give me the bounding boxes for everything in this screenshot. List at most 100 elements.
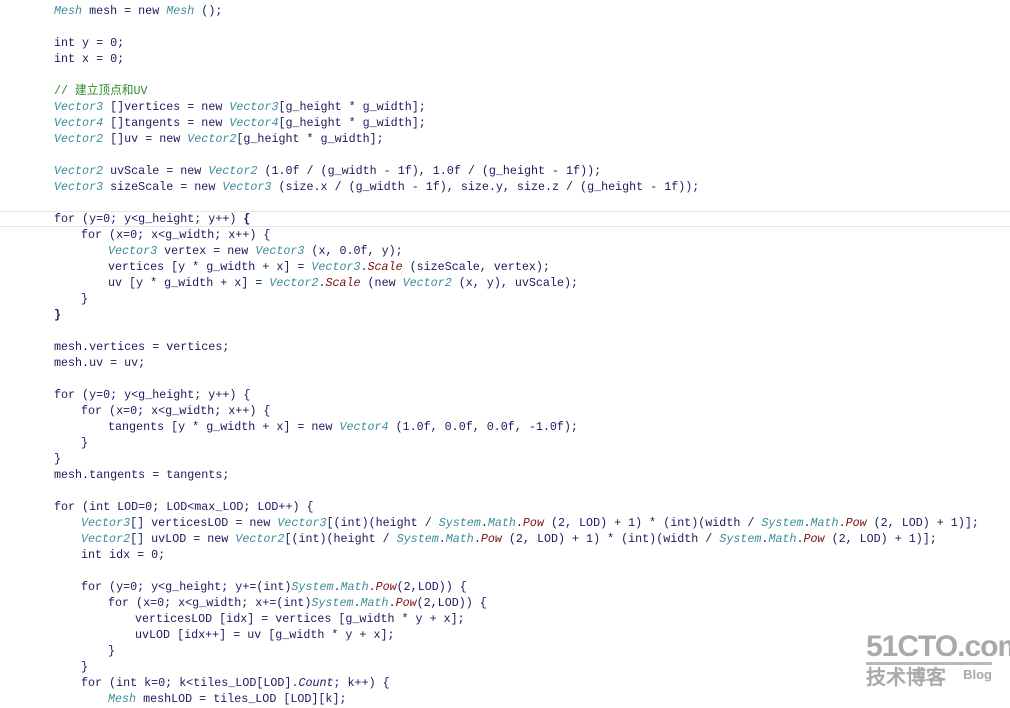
- code-line[interactable]: }: [0, 435, 1010, 451]
- method-token: Pow: [522, 516, 544, 530]
- code-line[interactable]: ​: [0, 147, 1010, 163]
- code-line[interactable]: for (y=0; y<g_height; y++) {: [0, 387, 1010, 403]
- code-text: (x, y), uvScale);: [451, 276, 578, 290]
- code-line[interactable]: mesh.uv = uv;: [0, 355, 1010, 371]
- code-line[interactable]: ​: [0, 195, 1010, 211]
- code-line[interactable]: Vector2 []uv = new Vector2[g_height * g_…: [0, 131, 1010, 147]
- code-text: vertex = new: [157, 244, 256, 258]
- code-line[interactable]: }: [0, 307, 1010, 323]
- code-text: (2, LOD) + 1)];: [866, 516, 979, 530]
- code-text: .: [838, 516, 846, 530]
- watermark-logo: 51CTO.com: [866, 630, 1010, 665]
- type-token: Vector4: [229, 116, 279, 130]
- code-text: [g_height * g_width];: [278, 116, 426, 130]
- code-text: for (int LOD=0; LOD<max_LOD; LOD++) {: [54, 500, 314, 514]
- code-editor[interactable]: Mesh mesh = new Mesh ();​int y = 0;int x…: [0, 3, 1010, 707]
- type-token: Vector2: [54, 132, 104, 146]
- code-line[interactable]: Vector3 vertex = new Vector3 (x, 0.0f, y…: [0, 243, 1010, 259]
- code-text: (2, LOD) + 1)];: [824, 532, 937, 546]
- code-line[interactable]: Mesh mesh = new Mesh ();: [0, 3, 1010, 19]
- code-text: mesh.tangents = tangents;: [54, 468, 230, 482]
- code-line[interactable]: for (x=0; x<g_width; x+=(int)System.Math…: [0, 595, 1010, 611]
- code-line[interactable]: Vector3[] verticesLOD = new Vector3[(int…: [0, 515, 1010, 531]
- code-line[interactable]: tangents [y * g_width + x] = new Vector4…: [0, 419, 1010, 435]
- code-line[interactable]: Vector3 sizeScale = new Vector3 (size.x …: [0, 179, 1010, 195]
- code-text: [g_height * g_width];: [278, 100, 426, 114]
- type-token: Vector3: [255, 244, 305, 258]
- code-line-current[interactable]: for (y=0; y<g_height; y++) {: [0, 211, 1010, 227]
- type-token: System: [438, 516, 481, 530]
- comment-token: // 建立顶点和UV: [54, 84, 148, 98]
- code-line[interactable]: ​: [0, 371, 1010, 387]
- code-text: meshLOD = tiles_LOD [LOD][k];: [136, 692, 347, 706]
- code-line[interactable]: }: [0, 659, 1010, 675]
- type-token: System: [311, 596, 354, 610]
- code-line[interactable]: for (y=0; y<g_height; y+=(int)System.Mat…: [0, 579, 1010, 595]
- code-text: .: [438, 532, 446, 546]
- code-line[interactable]: vertices [y * g_width + x] = Vector3.Sca…: [0, 259, 1010, 275]
- code-line[interactable]: ​: [0, 563, 1010, 579]
- code-line[interactable]: // 建立顶点和UV: [0, 83, 1010, 99]
- code-text: tangents [y * g_width + x] = new: [54, 420, 340, 434]
- code-line[interactable]: ​: [0, 67, 1010, 83]
- code-text: (x, 0.0f, y);: [304, 244, 403, 258]
- code-line[interactable]: Vector2 uvScale = new Vector2 (1.0f / (g…: [0, 163, 1010, 179]
- code-text: .: [360, 260, 368, 274]
- method-token: Scale: [325, 276, 361, 290]
- code-text: .: [473, 532, 481, 546]
- type-token: Math: [340, 580, 369, 594]
- code-line[interactable]: for (x=0; x<g_width; x++) {: [0, 227, 1010, 243]
- code-line[interactable]: }: [0, 451, 1010, 467]
- code-line[interactable]: uv [y * g_width + x] = Vector2.Scale (ne…: [0, 275, 1010, 291]
- code-text: (2, LOD) + 1) * (int)(width /: [501, 532, 720, 546]
- code-line[interactable]: Vector2[] uvLOD = new Vector2[(int)(heig…: [0, 531, 1010, 547]
- type-token: Vector3: [311, 260, 361, 274]
- type-token: Math: [360, 596, 389, 610]
- code-line[interactable]: mesh.vertices = vertices;: [0, 339, 1010, 355]
- type-token: Vector3: [222, 180, 272, 194]
- code-text: int y = 0;: [54, 36, 125, 50]
- code-text: (size.x / (g_width - 1f), size.y, size.z…: [271, 180, 700, 194]
- code-text: uv [y * g_width + x] =: [54, 276, 270, 290]
- code-text: (2,LOD)) {: [416, 596, 487, 610]
- code-line[interactable]: mesh.tangents = tangents;: [0, 467, 1010, 483]
- code-text: uvLOD [idx++] = uv [g_width * y + x];: [54, 628, 395, 642]
- code-text: ();: [194, 4, 223, 18]
- method-token: Pow: [395, 596, 417, 610]
- code-line[interactable]: for (x=0; x<g_width; x++) {: [0, 403, 1010, 419]
- code-line[interactable]: }: [0, 643, 1010, 659]
- code-line[interactable]: Mesh meshLOD = tiles_LOD [LOD][k];: [0, 691, 1010, 707]
- code-line[interactable]: Vector4 []tangents = new Vector4[g_heigh…: [0, 115, 1010, 131]
- code-text: verticesLOD [idx] = vertices [g_width * …: [54, 612, 465, 626]
- code-line[interactable]: for (int k=0; k<tiles_LOD[LOD].Count; k+…: [0, 675, 1010, 691]
- code-line[interactable]: int x = 0;: [0, 51, 1010, 67]
- code-line[interactable]: uvLOD [idx++] = uv [g_width * y + x];: [0, 627, 1010, 643]
- code-text: .: [353, 596, 361, 610]
- code-text: [] uvLOD = new: [130, 532, 236, 546]
- type-token: Mesh: [166, 4, 195, 18]
- code-line[interactable]: verticesLOD [idx] = vertices [g_width * …: [0, 611, 1010, 627]
- code-line[interactable]: ​: [0, 19, 1010, 35]
- code-text: for (y=0; y<g_height; y++): [54, 212, 244, 226]
- code-line[interactable]: ​: [0, 323, 1010, 339]
- code-text: }: [54, 452, 62, 466]
- code-text: mesh.vertices = vertices;: [54, 340, 230, 354]
- brace-token: }: [54, 308, 62, 322]
- method-token: Pow: [480, 532, 502, 546]
- type-token: Vector2: [187, 132, 237, 146]
- code-line[interactable]: ​: [0, 483, 1010, 499]
- code-text: }: [54, 644, 116, 658]
- type-token: System: [396, 532, 439, 546]
- code-text: .: [803, 516, 811, 530]
- code-text: (2, LOD) + 1) * (int)(width /: [543, 516, 762, 530]
- code-line[interactable]: Vector3 []vertices = new Vector3[g_heigh…: [0, 99, 1010, 115]
- code-line[interactable]: int y = 0;: [0, 35, 1010, 51]
- code-line[interactable]: int idx = 0;: [0, 547, 1010, 563]
- code-line[interactable]: }: [0, 291, 1010, 307]
- property-token: Count: [298, 676, 334, 690]
- code-line[interactable]: for (int LOD=0; LOD<max_LOD; LOD++) {: [0, 499, 1010, 515]
- code-text: for (x=0; x<g_width; x++) {: [54, 404, 271, 418]
